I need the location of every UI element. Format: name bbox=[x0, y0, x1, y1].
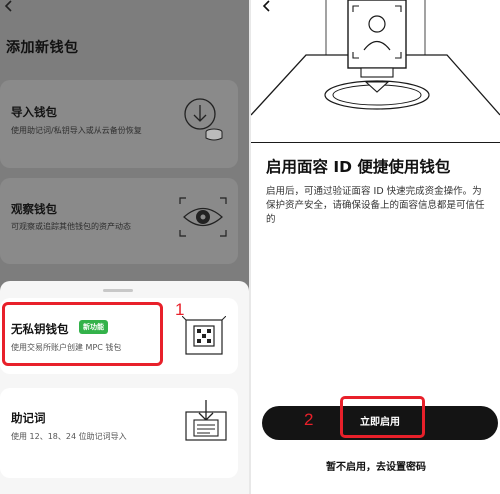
face-id-title: 启用面容 ID 便捷使用钱包 bbox=[266, 158, 451, 176]
watch-wallet-subtitle: 可观察或追踪其他钱包的资产动态 bbox=[11, 222, 131, 231]
annotation-number-1: 1 bbox=[175, 300, 185, 319]
highlight-box-keyless bbox=[2, 302, 163, 366]
sheet-handle[interactable] bbox=[103, 289, 133, 292]
face-id-description: 启用后，可通过验证面容 ID 快速完成资金操作。为保护资产安全，请确保设备上的面… bbox=[266, 186, 485, 225]
import-wallet-subtitle: 使用助记词/私钥导入或从云备份恢复 bbox=[11, 126, 142, 135]
skip-set-password-link[interactable]: 暂不启用，去设置密码 bbox=[326, 458, 426, 473]
left-screen: 添加新钱包 导入钱包 使用助记词/私钥导入或从云备份恢复 观察钱包 可观察或追踪… bbox=[0, 0, 249, 494]
back-icon-right[interactable] bbox=[262, 0, 272, 14]
keyless-wallet-icon bbox=[181, 315, 227, 362]
import-icon bbox=[180, 94, 224, 148]
face-id-illustration bbox=[251, 0, 500, 143]
back-icon[interactable] bbox=[4, 0, 18, 14]
mnemonic-subtitle: 使用 12、18、24 位助记词导入 bbox=[11, 432, 127, 441]
annotation-number-2: 2 bbox=[304, 410, 314, 429]
eye-icon bbox=[176, 194, 230, 244]
watch-wallet-card[interactable]: 观察钱包 可观察或追踪其他钱包的资产动态 bbox=[0, 178, 238, 264]
watch-wallet-title: 观察钱包 bbox=[11, 202, 57, 216]
highlight-box-enable bbox=[340, 396, 425, 438]
mnemonic-icon bbox=[182, 398, 230, 448]
import-wallet-card[interactable]: 导入钱包 使用助记词/私钥导入或从云备份恢复 bbox=[0, 80, 238, 168]
import-wallet-title: 导入钱包 bbox=[11, 105, 57, 119]
page-title: 添加新钱包 bbox=[6, 40, 79, 56]
mnemonic-title: 助记词 bbox=[11, 411, 46, 425]
